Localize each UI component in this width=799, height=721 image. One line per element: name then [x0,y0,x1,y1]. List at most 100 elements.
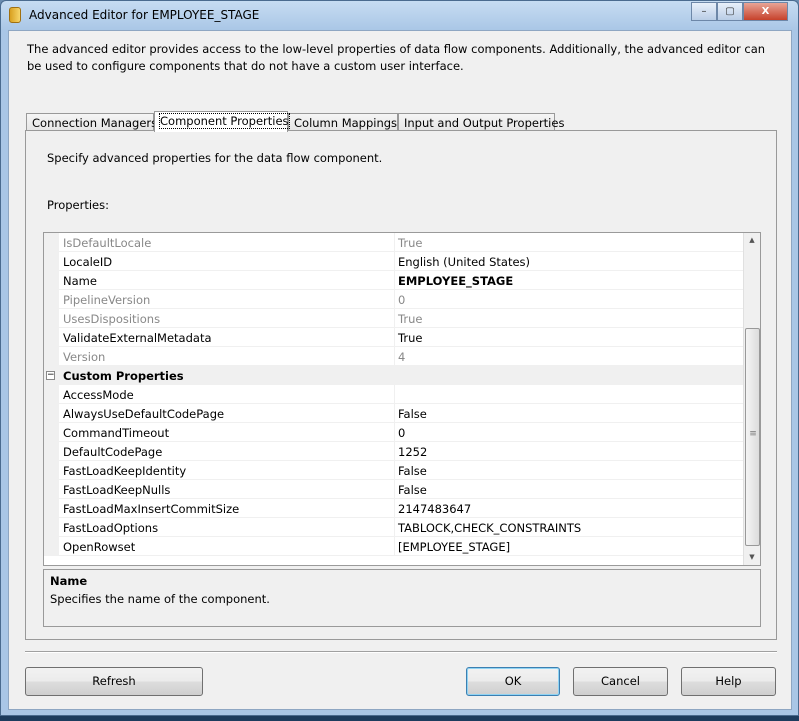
property-value[interactable]: English (United States) [398,255,530,269]
property-value[interactable]: 0 [398,426,405,440]
column-divider [394,290,395,309]
tab-panel: Specify advanced properties for the data… [25,130,777,640]
property-name: IsDefaultLocale [63,236,152,250]
property-name: FastLoadMaxInsertCommitSize [63,502,240,516]
taskbar [0,716,799,721]
property-row[interactable]: IsDefaultLocale True [44,233,744,252]
property-value[interactable]: 2147483647 [398,502,471,516]
property-name: AccessMode [63,388,134,402]
property-value[interactable]: False [398,407,427,421]
column-divider [394,461,395,480]
dialog-window: Advanced Editor for EMPLOYEE_STAGE – ▢ X… [0,0,799,716]
property-row[interactable]: Version 4 [44,347,744,366]
column-divider [394,404,395,423]
row-gutter [44,537,59,556]
row-gutter [44,442,59,461]
scroll-down-icon[interactable]: ▼ [744,553,760,561]
property-value[interactable]: False [398,483,427,497]
property-help-panel: Name Specifies the name of the component… [43,569,761,627]
window-title: Advanced Editor for EMPLOYEE_STAGE [29,8,260,22]
dialog-client: The advanced editor provides access to t… [8,30,792,710]
property-value[interactable]: [EMPLOYEE_STAGE] [398,540,510,554]
property-name: ValidateExternalMetadata [63,331,212,345]
row-gutter [44,271,59,290]
property-name: LocaleID [63,255,113,269]
maximize-button[interactable]: ▢ [717,2,743,21]
collapse-icon[interactable]: − [46,371,55,380]
row-gutter [44,499,59,518]
column-divider [394,537,395,556]
property-row[interactable]: OpenRowset [EMPLOYEE_STAGE] [44,537,744,556]
column-divider [394,309,395,328]
title-bar: Advanced Editor for EMPLOYEE_STAGE – ▢ X [1,1,798,29]
column-divider [394,518,395,537]
property-row[interactable]: ValidateExternalMetadata True [44,328,744,347]
column-divider [394,499,395,518]
row-gutter [44,252,59,271]
row-gutter [44,423,59,442]
property-row[interactable]: DefaultCodePage 1252 [44,442,744,461]
scrollbar-thumb[interactable]: ≡ [745,328,760,546]
tab-label: Component Properties [159,113,290,129]
property-value[interactable]: True [398,312,422,326]
property-value[interactable]: True [398,236,422,250]
row-gutter [44,518,59,537]
property-value[interactable]: False [398,464,427,478]
ok-button[interactable]: OK [466,667,560,696]
property-value[interactable]: TABLOCK,CHECK_CONSTRAINTS [398,521,581,535]
property-row[interactable]: Name EMPLOYEE_STAGE [44,271,744,290]
column-divider [394,347,395,366]
property-value[interactable]: 4 [398,350,405,364]
close-button[interactable]: X [743,2,788,21]
property-name: AlwaysUseDefaultCodePage [63,407,225,421]
refresh-button[interactable]: Refresh [25,667,203,696]
property-value[interactable]: True [398,331,422,345]
property-row[interactable]: FastLoadKeepIdentity False [44,461,744,480]
row-gutter [44,233,59,252]
property-row[interactable]: FastLoadMaxInsertCommitSize 2147483647 [44,499,744,518]
row-gutter [44,404,59,423]
property-name: OpenRowset [63,540,136,554]
column-divider [394,328,395,347]
property-name: Custom Properties [63,369,184,383]
property-name: Name [63,274,97,288]
property-value[interactable]: 1252 [398,445,427,459]
property-name: FastLoadOptions [63,521,159,535]
property-row[interactable]: FastLoadOptions TABLOCK,CHECK_CONSTRAINTS [44,518,744,537]
column-divider [394,252,395,271]
row-gutter [44,385,59,404]
scroll-up-icon[interactable]: ▲ [744,236,760,244]
row-gutter [44,347,59,366]
row-gutter [44,290,59,309]
property-name: UsesDispositions [63,312,161,326]
column-divider [394,480,395,499]
property-name: FastLoadKeepIdentity [63,464,187,478]
property-row[interactable]: FastLoadKeepNulls False [44,480,744,499]
vertical-scrollbar[interactable]: ▲ ≡ ▼ [743,233,760,565]
tab-label: Input and Output Properties [404,116,565,130]
grip-icon: ≡ [749,429,757,439]
package-icon [9,7,21,23]
property-row[interactable]: UsesDispositions True [44,309,744,328]
property-row[interactable]: CommandTimeout 0 [44,423,744,442]
properties-label: Properties: [47,198,109,212]
help-button[interactable]: Help [681,667,776,696]
help-title: Name [50,574,88,588]
editor-description: The advanced editor provides access to t… [27,42,766,73]
help-text: Specifies the name of the component. [50,592,270,606]
property-name: FastLoadKeepNulls [63,483,171,497]
row-gutter [44,480,59,499]
property-category[interactable]: − Custom Properties [44,366,744,385]
property-grid: IsDefaultLocale True LocaleID English (Unit… [43,232,761,566]
property-row[interactable]: AccessMode [44,385,744,404]
cancel-button[interactable]: Cancel [573,667,668,696]
column-divider [394,423,395,442]
property-row[interactable]: AlwaysUseDefaultCodePage False [44,404,744,423]
minimize-button[interactable]: – [691,2,717,21]
property-value[interactable]: EMPLOYEE_STAGE [398,274,513,288]
column-divider [394,271,395,290]
property-row[interactable]: LocaleID English (United States) [44,252,744,271]
property-value[interactable]: 0 [398,293,405,307]
tab-component-properties[interactable]: Component Properties [154,111,290,132]
property-row[interactable]: PipelineVersion 0 [44,290,744,309]
